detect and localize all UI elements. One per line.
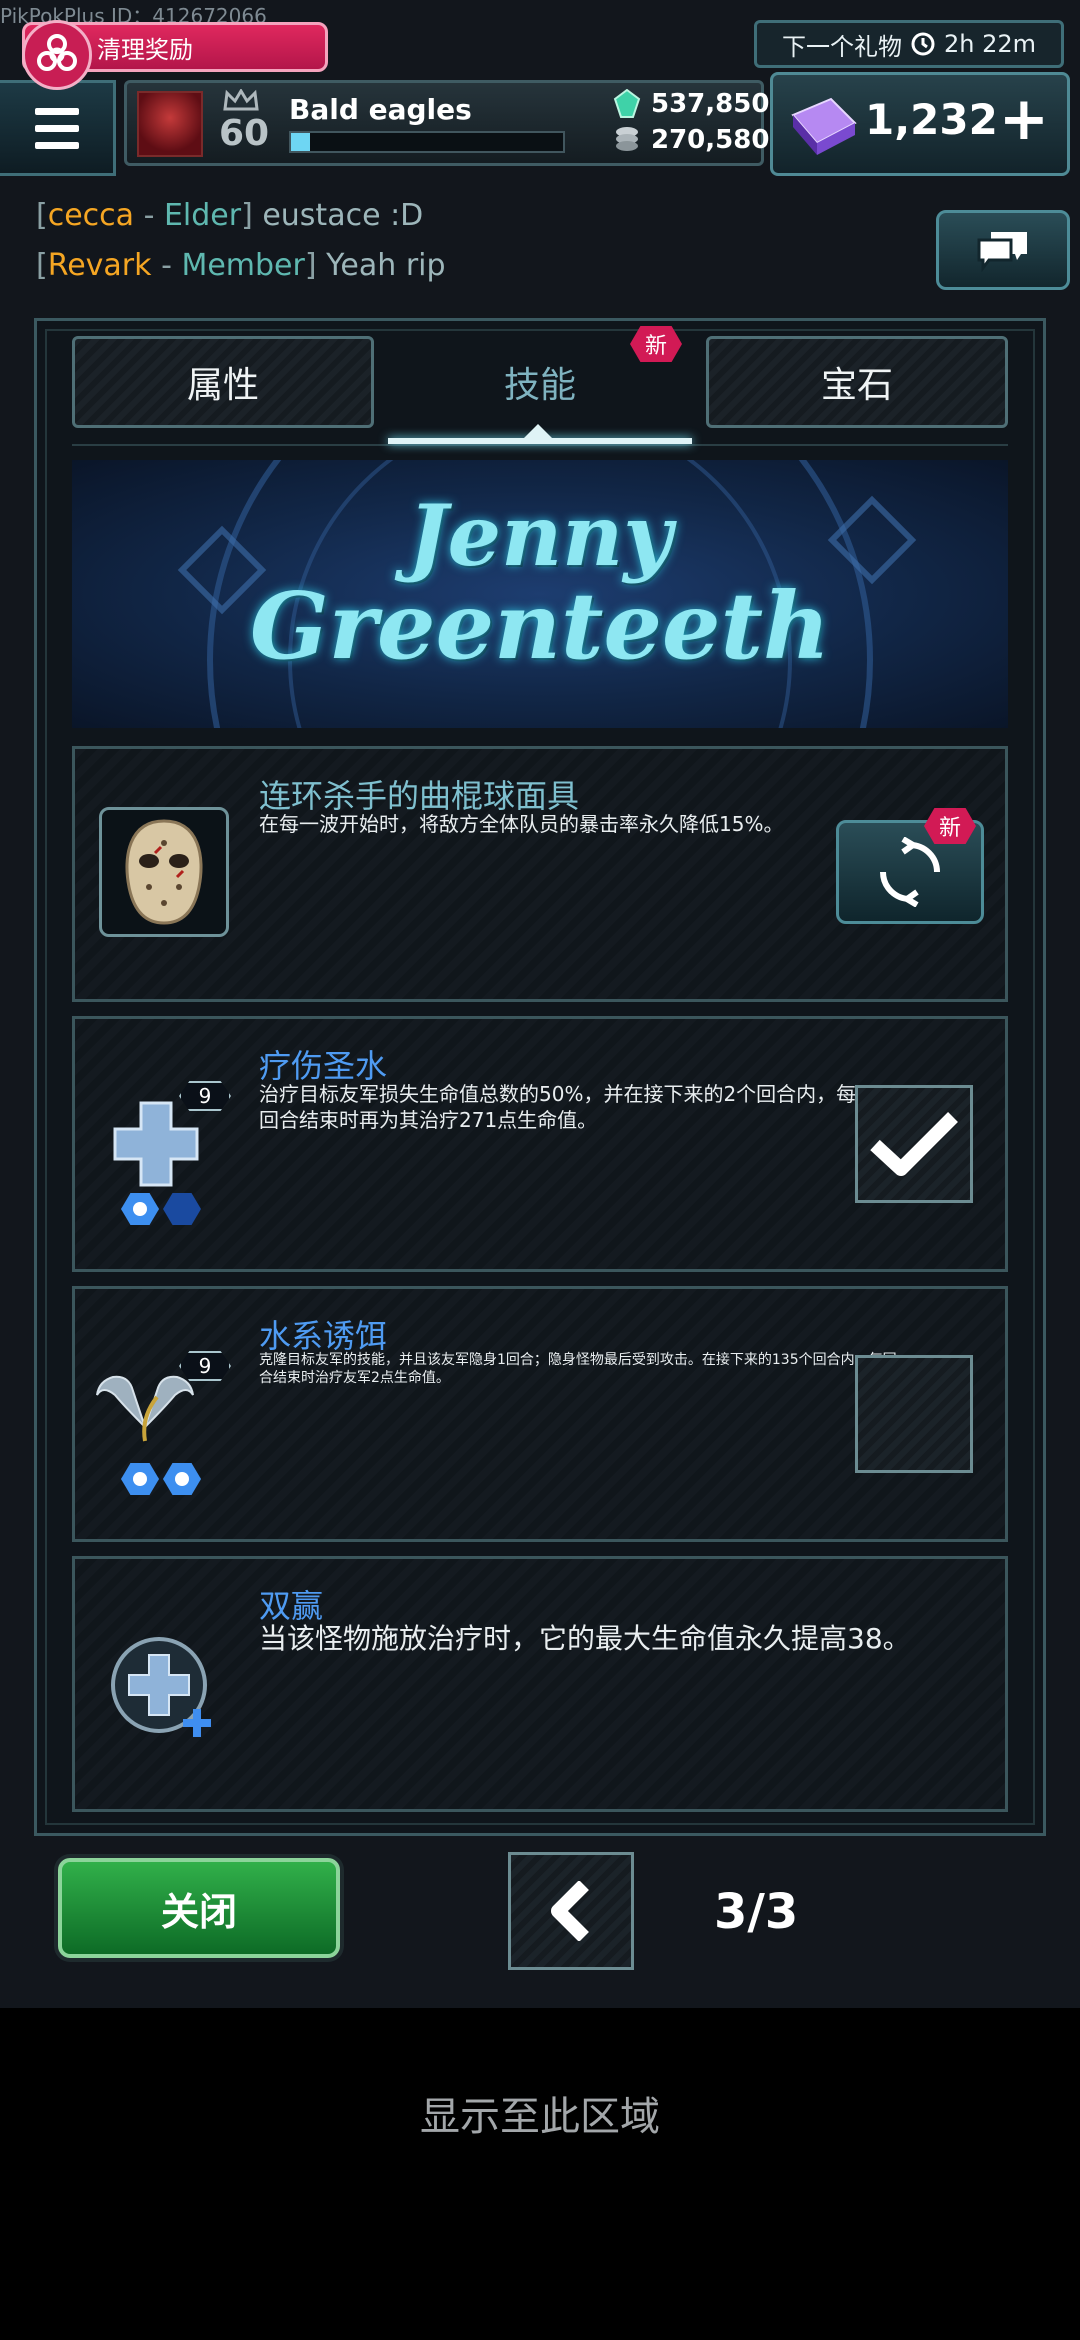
skill-checkbox[interactable]: [855, 1355, 973, 1473]
chat-message[interactable]: [Revark - Member] Yeah rip: [36, 248, 446, 283]
chat-icon: [977, 232, 1027, 272]
chat-text: eustace :D: [262, 198, 424, 233]
coins-counter[interactable]: 270,580: [613, 125, 769, 155]
xp-bar: [289, 131, 565, 153]
monster-name-line2: Greenteeth: [250, 572, 830, 680]
premium-currency-panel[interactable]: 1,232 +: [770, 72, 1070, 176]
tab-label: 技能: [503, 365, 576, 406]
skill-level-badge: 9: [179, 1351, 231, 1381]
premium-bar-icon: [791, 97, 857, 155]
skill-checkbox[interactable]: [855, 1085, 973, 1203]
page-indicator: 3/3: [714, 1884, 799, 1940]
add-premium-button[interactable]: +: [999, 89, 1049, 149]
monster-name-line1: Jenny: [407, 486, 673, 585]
skill-card[interactable]: 9 水系诱饵 克隆目标友军的技能，并且该友军隐身1回合；隐身怪物最后受到攻击。在…: [72, 1286, 1008, 1542]
skill-description: 克隆目标友军的技能，并且该友军隐身1回合；隐身怪物最后受到攻击。在接下来的135…: [259, 1352, 897, 1387]
skill-description: 当该怪物施放治疗时，它的最大生命值永久提高38。: [259, 1622, 911, 1655]
gift-timer-value: 2h 22m: [943, 30, 1037, 58]
win-win-passive-icon: [111, 1637, 211, 1737]
crown-icon: [223, 89, 259, 111]
skill-description: 治疗目标友军损失生命值总数的50%，并在接下来的2个回合内，每回合结束时再为其治…: [259, 1082, 857, 1132]
chat-text: Yeah rip: [326, 248, 446, 283]
skill-charges: [121, 1463, 201, 1495]
premium-amount: 1,232: [865, 95, 998, 144]
water-decoy-icon: [96, 1375, 194, 1442]
gift-timer[interactable]: 下一个礼物 2h 22m: [754, 20, 1064, 68]
skill-level-badge: 9: [179, 1081, 231, 1111]
charge-pip: [121, 1463, 159, 1495]
coins-value: 270,580: [651, 125, 770, 155]
close-button[interactable]: 关闭: [58, 1858, 340, 1958]
hockey-mask-icon: [99, 807, 229, 937]
chevron-left-icon: [551, 1881, 589, 1941]
chat-author: cecca: [47, 198, 135, 233]
skill-card[interactable]: 双赢 当该怪物施放治疗时，它的最大生命值永久提高38。: [72, 1556, 1008, 1812]
charge-pip: [163, 1193, 201, 1225]
xp-bar-fill: [291, 133, 311, 151]
refresh-icon: [880, 837, 940, 907]
chat-role: Member: [181, 248, 305, 283]
biohazard-icon[interactable]: [22, 20, 92, 90]
new-badge: 新: [924, 808, 976, 844]
tab-divider: [72, 444, 1008, 446]
gem-icon: [613, 89, 641, 118]
reward-banner-label: 清理奖励: [97, 35, 193, 64]
skill-card[interactable]: 9 疗伤圣水 治疗目标友军损失生命值总数的50%，并在接下来的2个回合内，每回合…: [72, 1016, 1008, 1272]
skill-charges: [121, 1193, 201, 1225]
chat-button[interactable]: [936, 210, 1070, 290]
monster-name-banner: Jenny Greenteeth: [72, 460, 1008, 728]
tab-gems[interactable]: 宝石: [706, 336, 1008, 428]
chat-author: Revark: [47, 248, 152, 283]
player-panel[interactable]: 60 Bald eagles 537,850 270,580: [124, 80, 769, 166]
active-tab-caret: [522, 424, 554, 440]
checkmark-icon: [870, 1112, 958, 1176]
chat-role: Elder: [163, 198, 242, 233]
tab-label: 属性: [186, 365, 259, 406]
clock-icon: [911, 32, 935, 56]
gems-value: 537,850: [651, 89, 770, 119]
charge-pip: [163, 1463, 201, 1495]
display-area-note: 显示至此区域: [420, 2094, 660, 2140]
close-button-label: 关闭: [160, 1889, 237, 1934]
coin-stack-icon: [616, 127, 638, 151]
tab-attributes[interactable]: 属性: [72, 336, 374, 428]
skill-description: 在每一波开始时，将敌方全体队员的暴击率永久降低15%。: [259, 812, 784, 836]
gift-timer-label: 下一个礼物: [781, 32, 902, 61]
previous-page-button[interactable]: [508, 1852, 634, 1970]
chat-message[interactable]: [cecca - Elder] eustace :D: [36, 198, 423, 233]
menu-icon[interactable]: [0, 80, 116, 176]
new-badge: 新: [630, 326, 682, 362]
app-screen: PikPokPlus ID：412672066 清理奖励 60 Bald eag…: [0, 0, 1080, 2008]
avatar[interactable]: [137, 91, 203, 157]
charge-pip: [121, 1193, 159, 1225]
tab-label: 宝石: [820, 365, 893, 406]
gems-counter[interactable]: 537,850: [613, 89, 769, 119]
healing-cross-icon: [113, 1101, 199, 1187]
player-level: 60: [219, 113, 270, 154]
player-name: Bald eagles: [289, 93, 472, 126]
